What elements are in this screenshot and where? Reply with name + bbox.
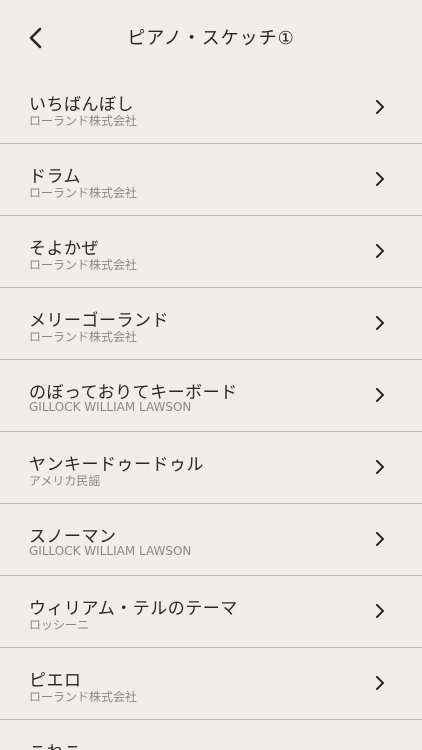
chevron-right-icon: [376, 676, 384, 690]
list-item[interactable]: のぼっておりてキーボード GILLOCK WILLIAM LAWSON: [0, 360, 422, 432]
song-title: こねこ: [29, 738, 82, 750]
list-item[interactable]: そよかぜ ローランド株式会社: [0, 216, 422, 288]
song-composer: ロッシーニ: [29, 618, 90, 632]
list-item[interactable]: ドラム ローランド株式会社: [0, 144, 422, 216]
chevron-right-icon: [376, 244, 384, 258]
song-composer: ローランド株式会社: [29, 258, 138, 272]
song-composer: GILLOCK WILLIAM LAWSON: [29, 544, 192, 558]
list-item[interactable]: こねこ: [0, 720, 422, 750]
list-item[interactable]: メリーゴーランド ローランド株式会社: [0, 288, 422, 360]
chevron-right-icon: [376, 316, 384, 330]
song-list: いちばんぼし ローランド株式会社 ドラム ローランド株式会社 そよかぜ ローラン…: [0, 72, 422, 750]
chevron-right-icon: [376, 388, 384, 402]
song-composer: ローランド株式会社: [29, 330, 138, 344]
list-item[interactable]: ヤンキードゥードゥル アメリカ民謡: [0, 432, 422, 504]
list-item[interactable]: いちばんぼし ローランド株式会社: [0, 72, 422, 144]
song-composer: ローランド株式会社: [29, 186, 138, 200]
list-item[interactable]: ピエロ ローランド株式会社: [0, 648, 422, 720]
chevron-right-icon: [376, 460, 384, 474]
chevron-right-icon: [376, 172, 384, 186]
song-composer: GILLOCK WILLIAM LAWSON: [29, 400, 192, 414]
song-composer: アメリカ民謡: [29, 474, 101, 488]
chevron-right-icon: [376, 100, 384, 114]
chevron-right-icon: [376, 604, 384, 618]
list-item[interactable]: スノーマン GILLOCK WILLIAM LAWSON: [0, 504, 422, 576]
header: ピアノ・スケッチ①: [0, 0, 422, 72]
chevron-right-icon: [376, 532, 384, 546]
song-composer: ローランド株式会社: [29, 114, 138, 128]
song-composer: ローランド株式会社: [29, 690, 138, 704]
page-title: ピアノ・スケッチ①: [127, 28, 295, 49]
list-item[interactable]: ウィリアム・テルのテーマ ロッシーニ: [0, 576, 422, 648]
